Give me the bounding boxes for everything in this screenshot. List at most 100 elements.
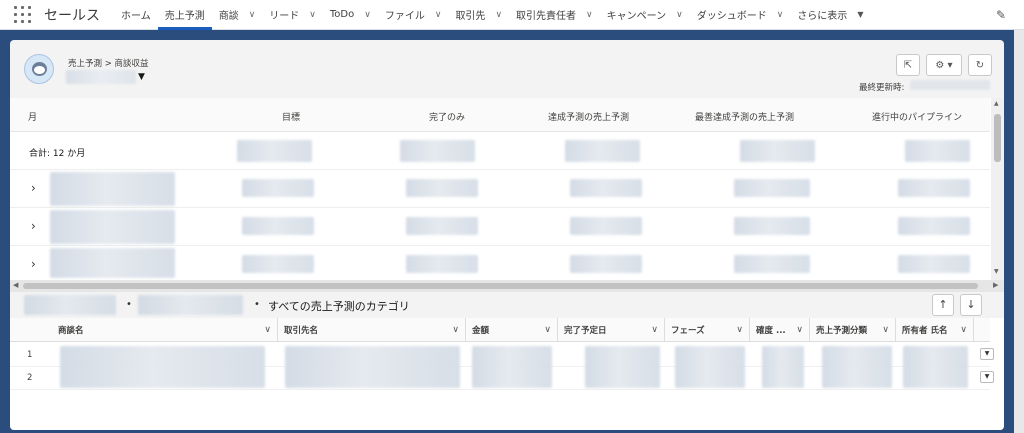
more-dropdown-icon[interactable]: ▼	[857, 10, 863, 19]
column-header-amount[interactable]: 金額 ∨	[466, 318, 558, 342]
forecast-table: 月 目標 完了のみ 達成予測の売上予測 最善達成予測の売上予測 進行中のパイプラ…	[10, 98, 1004, 284]
chevron-down-icon[interactable]: ∨	[544, 325, 551, 335]
redacted-filter-owner	[24, 295, 116, 315]
expand-row-icon[interactable]: ›	[31, 219, 36, 233]
chevron-down-icon[interactable]: ∨	[796, 325, 803, 335]
forecast-header: 売上予測 > 商談収益 ▼ ⇱ ⚙ ▾ ↻ 最終更新時:	[10, 40, 1004, 98]
sort-up-button[interactable]: ↑	[932, 294, 954, 316]
app-launcher-icon[interactable]	[14, 5, 32, 24]
nav-tab-0[interactable]: ホーム	[114, 0, 158, 30]
expand-row-icon[interactable]: ›	[31, 181, 36, 195]
row-actions-icon[interactable]: ▼	[980, 348, 994, 360]
expand-row-icon[interactable]: ›	[31, 257, 36, 271]
forecast-total-row: 合計: 12 か月	[10, 132, 990, 170]
column-header-close-date[interactable]: 完了予定日 ∨	[558, 318, 665, 342]
column-header-owner-name[interactable]: 所有者 氏名 ∨	[896, 318, 974, 342]
chevron-down-icon[interactable]: ∨	[309, 10, 316, 20]
redacted-value	[898, 255, 970, 273]
nav-tab-7[interactable]: 取引先責任者 ∨	[509, 0, 600, 30]
opportunity-row[interactable]: 1 ▼	[10, 344, 994, 388]
column-header-probability[interactable]: 確度 ... ∨	[750, 318, 810, 342]
column-header-commit[interactable]: 達成予測の売上予測	[548, 110, 629, 123]
redacted-filter-period	[138, 295, 243, 315]
scroll-left-icon[interactable]: ◀	[13, 281, 18, 289]
column-label: 売上予測分類	[816, 326, 868, 336]
chevron-down-icon[interactable]: ∨	[882, 325, 889, 335]
scroll-down-icon[interactable]: ▼	[994, 268, 999, 275]
column-label: 取引先名	[284, 326, 319, 336]
nav-tab-3[interactable]: リード ∨	[262, 0, 323, 30]
filter-category-label: すべての売上予測のカテゴリ	[268, 300, 410, 313]
nav-tab-1[interactable]: 売上予測	[157, 0, 212, 30]
forecast-table-header: 月 目標 完了のみ 達成予測の売上予測 最善達成予測の売上予測 進行中のパイプラ…	[10, 98, 990, 132]
redacted-value	[242, 217, 314, 235]
chevron-down-icon[interactable]: ∨	[960, 325, 967, 335]
chevron-down-icon[interactable]: ∨	[495, 10, 502, 20]
chevron-down-icon[interactable]: ∨	[777, 10, 784, 20]
nav-tab-2[interactable]: 商談 ∨	[212, 0, 263, 30]
column-header-opportunity-name[interactable]: 商談名 ∨	[52, 318, 278, 342]
owner-dropdown-icon[interactable]: ▼	[138, 72, 145, 82]
forecast-horizontal-scrollbar[interactable]: ◀ ▶	[10, 280, 1004, 292]
column-label: 確度 ...	[756, 326, 786, 336]
forecast-month-row[interactable]: ›	[10, 208, 990, 246]
last-updated-value-redacted	[910, 80, 990, 90]
column-header-month[interactable]: 月	[28, 110, 37, 123]
nav-tab-4[interactable]: ToDo ∨	[323, 0, 378, 30]
chevron-down-icon[interactable]: ∨	[586, 10, 593, 20]
forecast-month-row[interactable]: ›	[10, 170, 990, 208]
opportunity-list: 商談名 ∨ 取引先名 ∨ 金額 ∨ 完了予定日 ∨ フェーズ ∨ 確度 ... …	[10, 318, 1004, 430]
row-number: 1	[27, 350, 33, 360]
scroll-up-icon[interactable]: ▲	[994, 100, 999, 107]
chevron-down-icon[interactable]: ∨	[435, 10, 442, 20]
column-header-best-case[interactable]: 最善達成予測の売上予測	[695, 110, 794, 123]
column-header-pipeline[interactable]: 進行中のパイプライン	[872, 110, 962, 123]
chevron-down-icon[interactable]: ∨	[264, 325, 271, 335]
settings-menu-button[interactable]: ⚙ ▾	[926, 54, 962, 76]
opportunity-row[interactable]: 2 ▼	[10, 367, 994, 390]
chevron-down-icon[interactable]: ∨	[249, 10, 256, 20]
arrow-down-icon: ↓	[966, 298, 976, 311]
scroll-right-icon[interactable]: ▶	[993, 281, 998, 289]
forecast-vertical-scrollbar[interactable]: ▲ ▼	[991, 98, 1004, 280]
redacted-value	[565, 140, 640, 162]
column-header-closed[interactable]: 完了のみ	[429, 110, 465, 123]
chevron-down-icon[interactable]: ∨	[651, 325, 658, 335]
redacted-value	[242, 179, 314, 197]
column-label: 商談名	[58, 326, 84, 336]
column-header-target[interactable]: 目標	[282, 110, 300, 123]
column-label: 金額	[472, 326, 490, 336]
redacted-month	[50, 248, 175, 278]
forecast-month-row[interactable]: ›	[10, 246, 990, 284]
redacted-value	[237, 140, 312, 162]
column-header-account-name[interactable]: 取引先名 ∨	[278, 318, 466, 342]
column-header-forecast-category[interactable]: 売上予測分類 ∨	[810, 318, 896, 342]
edit-nav-icon[interactable]: ✎	[996, 8, 1006, 22]
redacted-value	[406, 179, 478, 197]
chevron-down-icon[interactable]: ∨	[364, 10, 371, 20]
nav-tab-5[interactable]: ファイル ∨	[378, 0, 449, 30]
row-actions-icon[interactable]: ▼	[980, 371, 994, 383]
redacted-value	[406, 255, 478, 273]
nav-tab-8[interactable]: キャンペーン ∨	[600, 0, 690, 30]
refresh-button[interactable]: ↻	[968, 54, 992, 76]
chevron-down-icon[interactable]: ∨	[452, 325, 459, 335]
nav-tab-6[interactable]: 取引先 ∨	[448, 0, 509, 30]
scrollbar-thumb[interactable]	[23, 283, 978, 289]
filter-separator: •	[254, 299, 260, 310]
redacted-value	[898, 217, 970, 235]
nav-tab-9[interactable]: ダッシュボード ∨	[690, 0, 791, 30]
scrollbar-thumb[interactable]	[994, 114, 1001, 162]
filter-separator: •	[126, 299, 132, 310]
gear-icon: ⚙ ▾	[935, 59, 953, 71]
global-nav-bar: セールス ホーム 売上予測 商談 ∨ リード ∨ ToDo ∨ ファイル ∨ 取引先 ∨ 取引先責任者 ∨…	[0, 0, 1024, 30]
sort-down-button[interactable]: ↓	[960, 294, 982, 316]
nav-tabs: ホーム 売上予測 商談 ∨ リード ∨ ToDo ∨ ファイル ∨ 取引先 ∨ 取引先責任者 ∨ キャンペー…	[114, 0, 870, 30]
redacted-value	[905, 140, 970, 162]
column-label: フェーズ	[671, 326, 705, 336]
chevron-down-icon[interactable]: ∨	[676, 10, 683, 20]
nav-tab-10[interactable]: さらに表示 ▼	[790, 0, 870, 30]
column-header-stage[interactable]: フェーズ ∨	[665, 318, 750, 342]
chevron-down-icon[interactable]: ∨	[736, 325, 743, 335]
share-button[interactable]: ⇱	[896, 54, 920, 76]
